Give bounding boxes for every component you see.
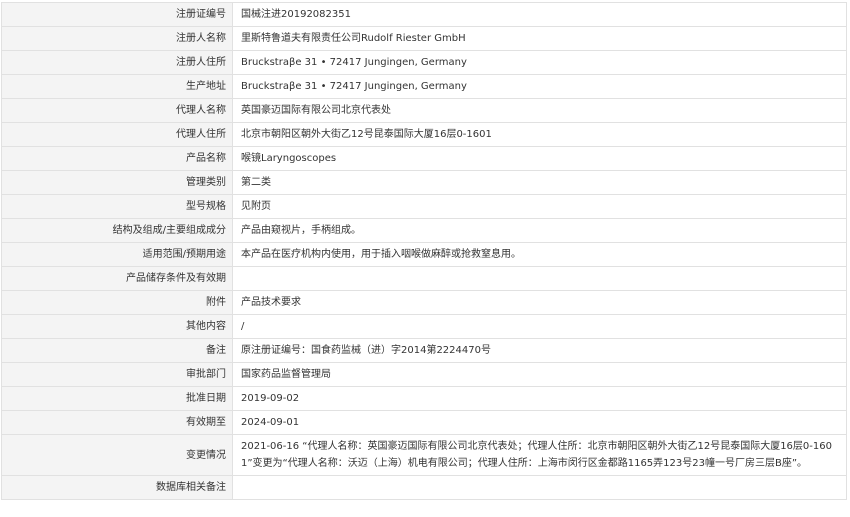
table-row: 注册证编号 国械注进20192082351 — [1, 2, 847, 27]
field-label: 注册证编号 — [1, 2, 233, 27]
field-value: 2021-06-16 “代理人名称：英国豪迈国际有限公司北京代表处；代理人住所：… — [232, 434, 847, 476]
table-row: 代理人名称 英国豪迈国际有限公司北京代表处 — [1, 98, 847, 123]
table-row: 批准日期 2019-09-02 — [1, 386, 847, 411]
table-row: 注册人名称 里斯特鲁道夫有限责任公司Rudolf Riester GmbH — [1, 26, 847, 51]
field-value: 北京市朝阳区朝外大街乙12号昆泰国际大厦16层0-1601 — [232, 122, 847, 147]
table-row: 型号规格 见附页 — [1, 194, 847, 219]
table-row: 产品名称 喉镜Laryngoscopes — [1, 146, 847, 171]
field-label: 代理人住所 — [1, 122, 233, 147]
field-label: 注册人住所 — [1, 50, 233, 75]
field-label: 审批部门 — [1, 362, 233, 387]
field-value: 第二类 — [232, 170, 847, 195]
field-value: 里斯特鲁道夫有限责任公司Rudolf Riester GmbH — [232, 26, 847, 51]
table-row: 产品储存条件及有效期 — [1, 266, 847, 291]
table-row: 管理类别 第二类 — [1, 170, 847, 195]
table-row: 有效期至 2024-09-01 — [1, 410, 847, 435]
table-row: 备注 原注册证编号：国食药监械（进）字2014第2224470号 — [1, 338, 847, 363]
field-value: / — [232, 314, 847, 339]
table-row: 结构及组成/主要组成成分 产品由窥视片，手柄组成。 — [1, 218, 847, 243]
field-label: 产品储存条件及有效期 — [1, 266, 233, 291]
table-row: 代理人住所 北京市朝阳区朝外大街乙12号昆泰国际大厦16层0-1601 — [1, 122, 847, 147]
field-label: 变更情况 — [1, 434, 233, 476]
field-label: 其他内容 — [1, 314, 233, 339]
field-label: 注册人名称 — [1, 26, 233, 51]
table-row: 变更情况 2021-06-16 “代理人名称：英国豪迈国际有限公司北京代表处；代… — [1, 434, 847, 476]
field-value: 本产品在医疗机构内使用，用于插入咽喉做麻醉或抢救窒息用。 — [232, 242, 847, 267]
field-value: 产品技术要求 — [232, 290, 847, 315]
field-value: Bruckstraβe 31 • 72417 Jungingen, German… — [232, 74, 847, 99]
field-label: 批准日期 — [1, 386, 233, 411]
field-label: 有效期至 — [1, 410, 233, 435]
field-value: 见附页 — [232, 194, 847, 219]
field-label: 生产地址 — [1, 74, 233, 99]
field-label: 型号规格 — [1, 194, 233, 219]
field-label: 数据库相关备注 — [1, 475, 233, 500]
field-value — [232, 266, 847, 291]
field-value: Bruckstraβe 31 • 72417 Jungingen, German… — [232, 50, 847, 75]
table-row: 生产地址 Bruckstraβe 31 • 72417 Jungingen, G… — [1, 74, 847, 99]
field-value: 2024-09-01 — [232, 410, 847, 435]
table-row: 附件 产品技术要求 — [1, 290, 847, 315]
field-label: 备注 — [1, 338, 233, 363]
field-value: 英国豪迈国际有限公司北京代表处 — [232, 98, 847, 123]
field-value: 产品由窥视片，手柄组成。 — [232, 218, 847, 243]
field-value: 国械注进20192082351 — [232, 2, 847, 27]
field-label: 产品名称 — [1, 146, 233, 171]
field-label: 结构及组成/主要组成成分 — [1, 218, 233, 243]
field-value: 2019-09-02 — [232, 386, 847, 411]
registration-detail-table: 注册证编号 国械注进20192082351 注册人名称 里斯特鲁道夫有限责任公司… — [1, 2, 847, 500]
field-value — [232, 475, 847, 500]
field-value: 喉镜Laryngoscopes — [232, 146, 847, 171]
field-value: 国家药品监督管理局 — [232, 362, 847, 387]
table-row: 其他内容 / — [1, 314, 847, 339]
field-label: 代理人名称 — [1, 98, 233, 123]
table-row: 数据库相关备注 — [1, 475, 847, 500]
table-row: 适用范围/预期用途 本产品在医疗机构内使用，用于插入咽喉做麻醉或抢救窒息用。 — [1, 242, 847, 267]
field-value: 原注册证编号：国食药监械（进）字2014第2224470号 — [232, 338, 847, 363]
field-label: 管理类别 — [1, 170, 233, 195]
field-label: 附件 — [1, 290, 233, 315]
table-row: 注册人住所 Bruckstraβe 31 • 72417 Jungingen, … — [1, 50, 847, 75]
field-label: 适用范围/预期用途 — [1, 242, 233, 267]
table-row: 审批部门 国家药品监督管理局 — [1, 362, 847, 387]
